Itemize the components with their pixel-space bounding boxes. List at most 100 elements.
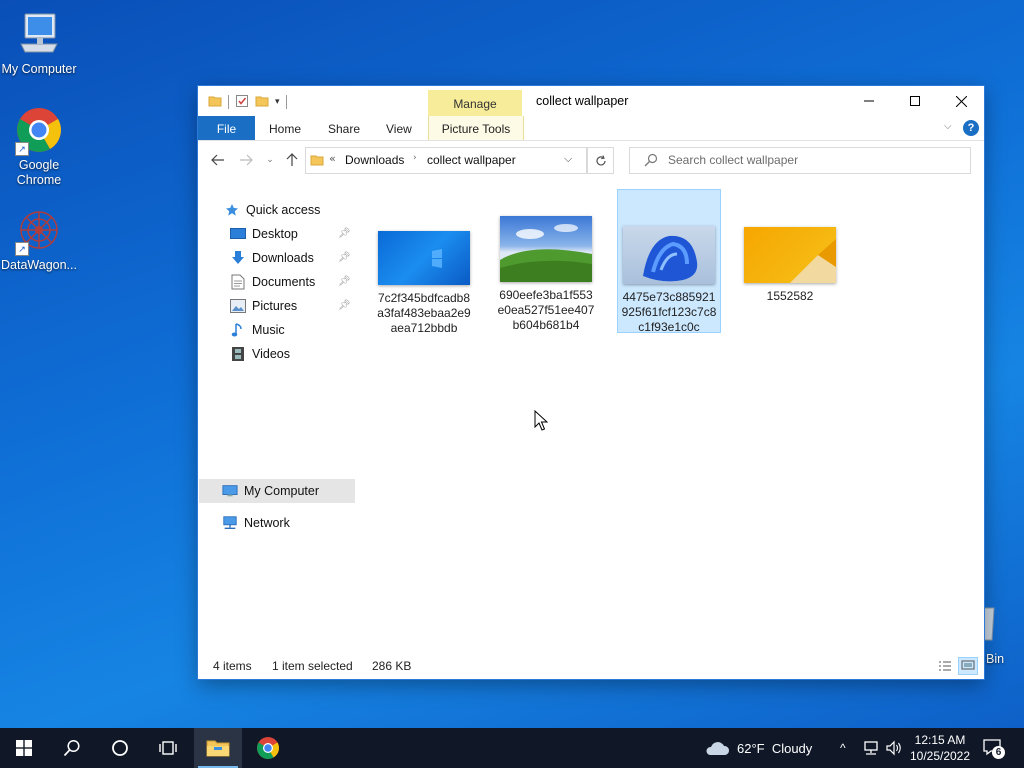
desktop-icon-datawagon[interactable]: ↗ DataWagon... <box>0 206 78 273</box>
cortana-circle-icon <box>112 740 128 756</box>
pin-icon[interactable]: 📌︎ <box>338 276 351 288</box>
pictures-icon <box>230 298 246 314</box>
refresh-button[interactable] <box>587 147 614 174</box>
properties-icon[interactable] <box>235 94 249 111</box>
search-button[interactable] <box>48 728 96 768</box>
desktop-icon-google-chrome[interactable]: ↗ Google Chrome <box>0 106 78 188</box>
cortana-button[interactable] <box>96 728 144 768</box>
network-icon <box>222 515 238 531</box>
star-icon <box>224 202 240 218</box>
search-box[interactable] <box>629 147 971 174</box>
recycle-bin-label: Bin <box>986 652 1005 666</box>
clock[interactable]: 12:15 AM 10/25/2022 <box>902 732 978 764</box>
film-icon <box>230 346 246 362</box>
maximize-button[interactable] <box>892 86 938 116</box>
up-button[interactable] <box>284 152 300 168</box>
minimize-button[interactable] <box>846 86 892 116</box>
desktop-icon <box>230 226 246 242</box>
nav-item-documents[interactable]: Documents <box>230 271 315 293</box>
pin-icon[interactable]: 📌︎ <box>338 252 351 264</box>
window-controls <box>846 86 984 116</box>
expand-ribbon-icon[interactable]: ⌵ <box>944 121 952 132</box>
volume-icon[interactable] <box>885 728 903 768</box>
file-item-selected[interactable]: 4475e73c885921925f61fcf123c7c8c1f93e1c0c <box>617 189 721 334</box>
tab-file[interactable]: File <box>198 116 255 140</box>
computer-icon <box>15 10 63 58</box>
download-arrow-icon <box>230 250 246 266</box>
title-bar[interactable]: ▾ Manage collect wallpaper <box>198 86 984 116</box>
tab-view[interactable]: View <box>386 116 412 140</box>
file-item[interactable]: 1552582 <box>738 190 842 334</box>
search-icon <box>63 739 80 757</box>
pin-icon[interactable]: 📌︎ <box>338 228 351 240</box>
notification-count: 6 <box>992 746 1005 759</box>
nav-item-music[interactable]: Music <box>230 319 285 341</box>
desktop-icon-label: Google Chrome <box>16 158 62 187</box>
folder-icon <box>208 94 222 111</box>
search-input[interactable] <box>668 151 958 169</box>
nav-item-network[interactable]: Network <box>222 512 290 534</box>
divider <box>285 95 287 109</box>
network-icon[interactable] <box>862 728 880 768</box>
address-row: ⌄ « Downloads › collect wallpaper ⌵ <box>198 140 984 180</box>
chrome-icon: ↗ <box>15 106 63 156</box>
close-button[interactable] <box>938 86 984 116</box>
tab-home[interactable]: Home <box>269 116 301 140</box>
music-note-icon <box>230 322 246 338</box>
nav-item-videos[interactable]: Videos <box>230 343 290 365</box>
help-icon[interactable]: ? <box>963 120 979 136</box>
tab-share[interactable]: Share <box>328 116 360 140</box>
tab-picture-tools[interactable]: Picture Tools <box>428 116 524 140</box>
window-title: collect wallpaper <box>536 94 629 108</box>
folder-icon <box>310 153 324 170</box>
address-bar[interactable]: « Downloads › collect wallpaper ⌵ <box>305 147 587 174</box>
file-thumbnail <box>500 216 592 282</box>
desktop-icon-label: DataWagon... <box>1 258 77 272</box>
nav-item-my-computer[interactable]: My Computer <box>222 480 319 502</box>
tab-manage[interactable]: Manage <box>428 90 522 116</box>
back-button[interactable] <box>210 152 226 168</box>
shortcut-arrow-icon: ↗ <box>15 142 29 156</box>
task-view-button[interactable] <box>144 728 192 768</box>
pin-icon[interactable]: 📌︎ <box>338 300 351 312</box>
taskbar: 62°F Cloudy ^ 12:15 AM 10/25/2022 6 <box>0 728 1024 768</box>
file-thumbnail <box>378 231 470 285</box>
weather-widget[interactable]: 62°F Cloudy <box>704 728 812 768</box>
start-button[interactable] <box>0 728 48 768</box>
nav-item-downloads[interactable]: Downloads <box>230 247 314 269</box>
recent-locations-button[interactable]: ⌄ <box>262 152 278 168</box>
desktop-icon-my-computer[interactable]: My Computer <box>0 10 78 77</box>
quick-access-toolbar: ▾ <box>208 93 287 111</box>
selection-count: 1 item selected <box>272 659 353 673</box>
divider <box>228 95 229 109</box>
taskbar-chrome[interactable] <box>244 728 292 768</box>
file-item[interactable]: 7c2f345bdfcadb8a3faf483ebaa2e9aea712bbdb <box>372 190 476 335</box>
windows-logo-icon <box>16 740 32 756</box>
address-overflow[interactable]: « <box>329 152 336 165</box>
nav-item-pictures[interactable]: Pictures <box>230 295 297 317</box>
nav-quick-access[interactable]: Quick access <box>224 199 320 221</box>
nav-item-desktop[interactable]: Desktop <box>230 223 298 245</box>
cloud-icon <box>706 742 730 755</box>
new-folder-icon[interactable] <box>255 94 269 111</box>
large-icons-view-button[interactable] <box>958 657 978 675</box>
forward-button[interactable] <box>238 152 254 168</box>
weather-text: 62°F Cloudy <box>737 740 813 756</box>
selection-size: 286 KB <box>372 659 412 673</box>
details-view-button[interactable] <box>935 657 955 675</box>
taskbar-file-explorer[interactable] <box>194 728 242 768</box>
breadcrumb-downloads[interactable]: Downloads <box>345 153 404 167</box>
breadcrumb-separator-icon[interactable]: › <box>413 153 417 163</box>
breadcrumb-collect-wallpaper[interactable]: collect wallpaper <box>427 153 516 167</box>
show-hidden-icons-button[interactable]: ^ <box>840 728 846 768</box>
address-dropdown-icon[interactable]: ⌵ <box>564 152 572 166</box>
file-thumbnail <box>623 226 715 284</box>
navigation-pane: Quick access Desktop 📌︎ Downloads 📌︎ Doc… <box>198 190 356 650</box>
notifications-button[interactable]: 6 <box>982 738 1006 760</box>
item-count: 4 items <box>213 659 252 673</box>
clock-time: 12:15 AM <box>914 733 966 747</box>
mouse-cursor-icon <box>534 409 549 435</box>
file-item[interactable]: 690eefe3ba1f553e0ea527f51ee407b604b681b4 <box>494 190 598 334</box>
customize-toolbar-icon[interactable]: ▾ <box>275 97 280 107</box>
file-thumbnail <box>744 227 836 283</box>
